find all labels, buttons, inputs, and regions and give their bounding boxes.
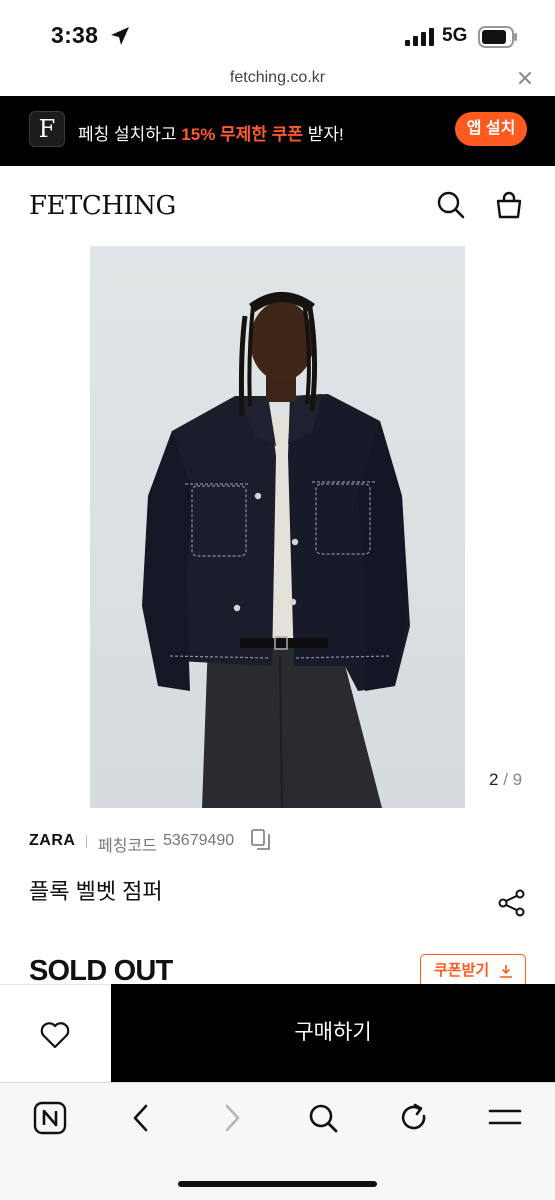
status-time: 3:38 xyxy=(51,22,99,48)
image-counter-separator: / xyxy=(498,770,513,789)
coupon-button-label: 쿠폰받기 xyxy=(434,962,490,979)
image-counter-total: 9 xyxy=(512,770,523,789)
banner-text-suffix: 받자! xyxy=(302,125,344,144)
download-icon xyxy=(500,965,512,978)
battery-icon xyxy=(478,26,517,48)
fetching-code-value: 53679490 xyxy=(163,832,235,849)
copy-icon[interactable] xyxy=(251,829,271,851)
banner-message: 페칭 설치하고 15% 무제한 쿠폰 받자! xyxy=(78,120,344,145)
shopping-bag-icon[interactable] xyxy=(494,190,524,220)
refresh-icon[interactable] xyxy=(397,1101,431,1135)
product-brand[interactable]: ZARA xyxy=(29,832,75,850)
image-counter: 2 / 9 xyxy=(489,770,522,790)
purchase-bar: 구매하기 xyxy=(0,984,555,1082)
status-bar: 3:38 5G xyxy=(0,0,555,66)
buy-button[interactable]: 구매하기 xyxy=(111,984,555,1082)
product-title: 플록 벨벳 점퍼 xyxy=(29,879,163,904)
close-icon[interactable] xyxy=(517,70,533,86)
network-type: 5G xyxy=(442,25,468,46)
search-icon[interactable] xyxy=(306,1101,340,1135)
home-indicator xyxy=(178,1181,377,1187)
address-bar[interactable]: fetching.co.kr xyxy=(0,66,555,96)
site-header: FETCHING xyxy=(0,166,555,246)
product-photo xyxy=(142,292,410,808)
divider xyxy=(86,835,87,848)
naver-home-icon[interactable] xyxy=(33,1101,67,1135)
cellular-signal-icon xyxy=(405,28,434,46)
back-icon[interactable] xyxy=(124,1101,158,1135)
banner-text-prefix: 페칭 설치하고 xyxy=(78,125,182,144)
app-install-banner: F 페칭 설치하고 15% 무제한 쿠폰 받자! 앱 설치 xyxy=(0,96,555,166)
app-install-button[interactable]: 앱 설치 xyxy=(455,112,527,146)
search-icon[interactable] xyxy=(436,190,466,220)
share-icon[interactable] xyxy=(497,888,527,918)
heart-icon xyxy=(40,1022,70,1049)
banner-text-highlight: 15% 무제한 쿠폰 xyxy=(181,125,303,144)
product-image[interactable] xyxy=(90,246,465,808)
forward-icon[interactable] xyxy=(215,1101,249,1135)
menu-icon[interactable] xyxy=(488,1101,522,1135)
fetching-app-logo: F xyxy=(29,111,65,147)
location-arrow-icon xyxy=(111,27,129,45)
url-text[interactable]: fetching.co.kr xyxy=(0,69,555,87)
site-logo[interactable]: FETCHING xyxy=(29,191,176,221)
coupon-download-button[interactable]: 쿠폰받기 xyxy=(420,954,526,988)
wishlist-button[interactable] xyxy=(0,984,111,1082)
fetching-code-label: 페칭코드 xyxy=(98,838,157,855)
